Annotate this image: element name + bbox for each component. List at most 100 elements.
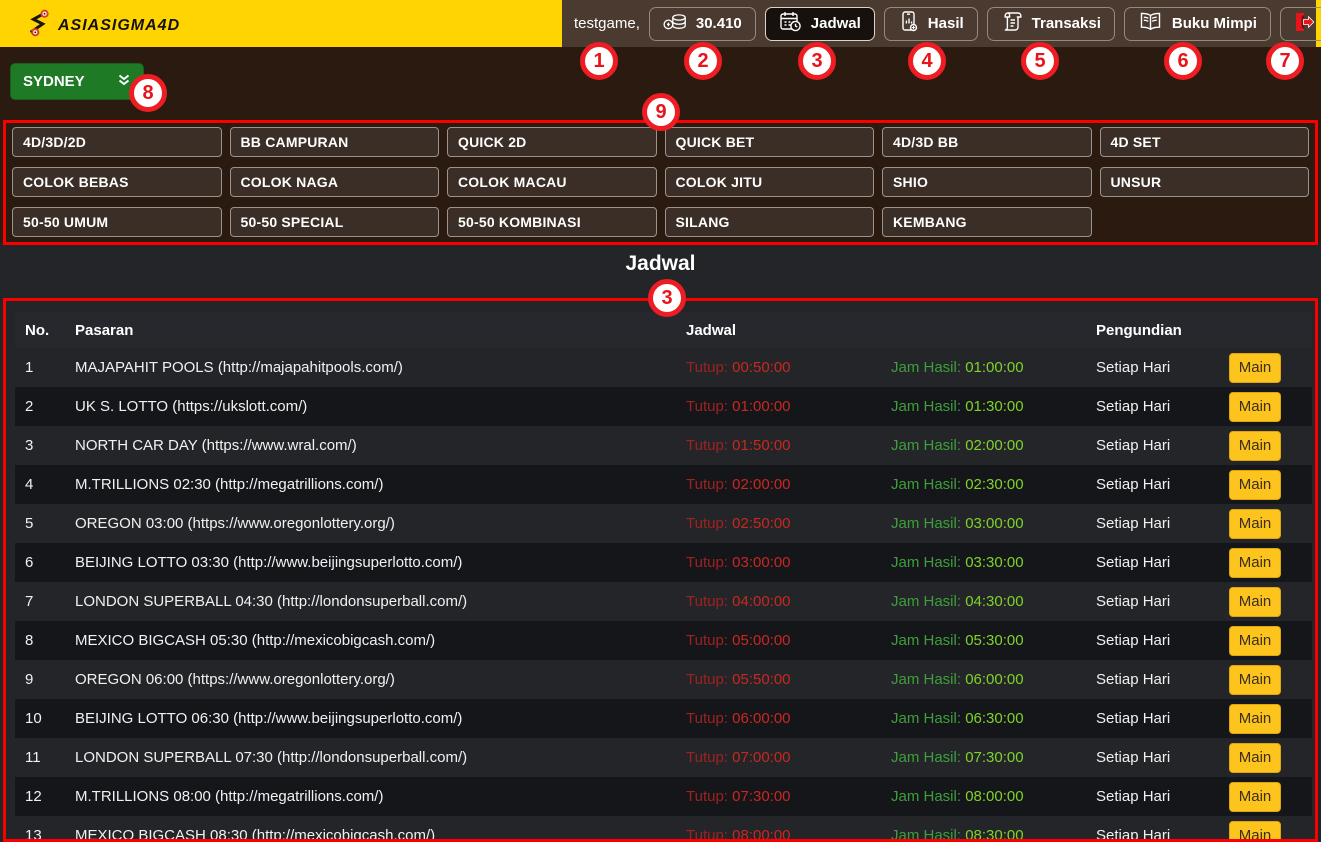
main-play-button[interactable]: Main [1229, 431, 1281, 461]
main-play-button[interactable]: Main [1229, 704, 1281, 734]
bet-type-button[interactable]: QUICK 2D [447, 127, 657, 157]
column-header-no: No. [15, 322, 75, 339]
row-number: 13 [15, 827, 75, 842]
annotation-circle-8: 8 [129, 74, 167, 112]
result-time-value: 08:30:00 [965, 827, 1023, 842]
market-name: MAJAPAHIT POOLS (http://majapahitpools.c… [75, 359, 686, 376]
bet-type-button[interactable]: SILANG [665, 207, 875, 237]
close-time-value: 05:00:00 [732, 632, 790, 649]
result-time: Jam Hasil: 08:00:00 [891, 788, 1096, 805]
market-name: OREGON 03:00 (https://www.oregonlottery.… [75, 515, 686, 532]
market-dropdown[interactable]: SYDNEY [10, 63, 144, 100]
close-time: Tutup: 08:00:00 [686, 827, 891, 842]
row-number: 7 [15, 593, 75, 610]
result-time-value: 03:30:00 [965, 554, 1023, 571]
logout-button[interactable] [1280, 7, 1321, 41]
close-time-label: Tutup: [686, 398, 728, 415]
bet-type-button[interactable]: SHIO [882, 167, 1092, 197]
result-time-label: Jam Hasil: [891, 671, 961, 688]
result-time-value: 01:00:00 [965, 359, 1023, 376]
nav-label-buku-mimpi: Buku Mimpi [1172, 15, 1257, 32]
bet-type-button[interactable]: 50-50 UMUM [12, 207, 222, 237]
logout-door-icon [1291, 10, 1315, 38]
main-play-button[interactable]: Main [1229, 353, 1281, 383]
nav-button-jadwal[interactable]: Jadwal [765, 7, 875, 41]
annotation-circle-6: 6 [1164, 42, 1202, 80]
bet-type-label: UNSUR [1111, 174, 1162, 190]
result-time: Jam Hasil: 03:00:00 [891, 515, 1096, 532]
table-row: 13 MEXICO BIGCASH 08:30 (http://mexicobi… [15, 816, 1312, 842]
result-time: Jam Hasil: 08:30:00 [891, 827, 1096, 842]
market-name: NORTH CAR DAY (https://www.wral.com/) [75, 437, 686, 454]
bet-type-grid: 4D/3D/2D BB CAMPURAN QUICK 2D QUICK BET … [12, 127, 1309, 237]
close-time-value: 00:50:00 [732, 359, 790, 376]
close-time-label: Tutup: [686, 476, 728, 493]
main-play-button[interactable]: Main [1229, 548, 1281, 578]
row-number: 3 [15, 437, 75, 454]
result-time-label: Jam Hasil: [891, 593, 961, 610]
close-time-value: 01:00:00 [732, 398, 790, 415]
main-play-button[interactable]: Main [1229, 665, 1281, 695]
bet-type-button[interactable]: KEMBANG [882, 207, 1092, 237]
bet-type-label: SILANG [676, 214, 730, 230]
draw-frequency: Setiap Hari [1096, 632, 1229, 649]
close-time-label: Tutup: [686, 632, 728, 649]
bet-type-button[interactable]: COLOK NAGA [230, 167, 440, 197]
row-number: 2 [15, 398, 75, 415]
bet-type-button[interactable]: 4D SET [1100, 127, 1310, 157]
main-play-button[interactable]: Main [1229, 782, 1281, 812]
bet-type-button[interactable]: BB CAMPURAN [230, 127, 440, 157]
row-number: 12 [15, 788, 75, 805]
bet-type-button[interactable]: 50-50 KOMBINASI [447, 207, 657, 237]
result-time-value: 06:00:00 [965, 671, 1023, 688]
close-time-value: 07:30:00 [732, 788, 790, 805]
row-number: 4 [15, 476, 75, 493]
table-row: 3 NORTH CAR DAY (https://www.wral.com/) … [15, 426, 1312, 465]
bet-type-button[interactable]: 4D/3D BB [882, 127, 1092, 157]
main-play-button[interactable]: Main [1229, 392, 1281, 422]
bet-type-button[interactable]: 4D/3D/2D [12, 127, 222, 157]
bet-type-label: COLOK JITU [676, 174, 763, 190]
market-name: LONDON SUPERBALL 07:30 (http://londonsup… [75, 749, 686, 766]
bet-type-label: QUICK BET [676, 134, 755, 150]
table-row: 2 UK S. LOTTO (https://ukslott.com/) Tut… [15, 387, 1312, 426]
bet-type-button[interactable]: COLOK JITU [665, 167, 875, 197]
bet-type-button[interactable]: UNSUR [1100, 167, 1310, 197]
bet-type-label: BB CAMPURAN [241, 134, 349, 150]
main-play-button[interactable]: Main [1229, 821, 1281, 842]
bet-type-label: SHIO [893, 174, 928, 190]
result-time-label: Jam Hasil: [891, 554, 961, 571]
nav-button-buku-mimpi[interactable]: Buku Mimpi [1124, 7, 1271, 41]
nav-button-hasil[interactable]: Hasil [884, 7, 978, 41]
nav-label-transaksi: Transaksi [1032, 15, 1101, 32]
row-number: 6 [15, 554, 75, 571]
balance-button[interactable]: 30.410 [649, 7, 756, 41]
result-time-label: Jam Hasil: [891, 476, 961, 493]
main-play-button[interactable]: Main [1229, 743, 1281, 773]
annotation-circle-3-table: 3 [648, 279, 686, 317]
draw-frequency: Setiap Hari [1096, 710, 1229, 727]
row-number: 11 [15, 749, 75, 766]
main-play-button[interactable]: Main [1229, 470, 1281, 500]
bet-type-button[interactable]: COLOK BEBAS [12, 167, 222, 197]
draw-frequency: Setiap Hari [1096, 398, 1229, 415]
main-play-button[interactable]: Main [1229, 509, 1281, 539]
bet-type-button[interactable]: COLOK MACAU [447, 167, 657, 197]
draw-frequency: Setiap Hari [1096, 788, 1229, 805]
phone-result-icon [898, 10, 919, 37]
result-time-label: Jam Hasil: [891, 632, 961, 649]
navbar-right: testgame, 30.410 [562, 0, 1316, 47]
bet-type-button[interactable]: QUICK BET [665, 127, 875, 157]
close-time: Tutup: 07:00:00 [686, 749, 891, 766]
brand-logo[interactable]: ASIASIGMA4D [26, 8, 180, 43]
main-play-button[interactable]: Main [1229, 626, 1281, 656]
bet-type-label: COLOK MACAU [458, 174, 567, 190]
result-time: Jam Hasil: 01:30:00 [891, 398, 1096, 415]
nav-button-transaksi[interactable]: Transaksi [987, 7, 1115, 41]
table-row: 11 LONDON SUPERBALL 07:30 (http://london… [15, 738, 1312, 777]
result-time-label: Jam Hasil: [891, 749, 961, 766]
bet-type-button[interactable]: 50-50 SPECIAL [230, 207, 440, 237]
draw-frequency: Setiap Hari [1096, 476, 1229, 493]
draw-frequency: Setiap Hari [1096, 593, 1229, 610]
main-play-button[interactable]: Main [1229, 587, 1281, 617]
